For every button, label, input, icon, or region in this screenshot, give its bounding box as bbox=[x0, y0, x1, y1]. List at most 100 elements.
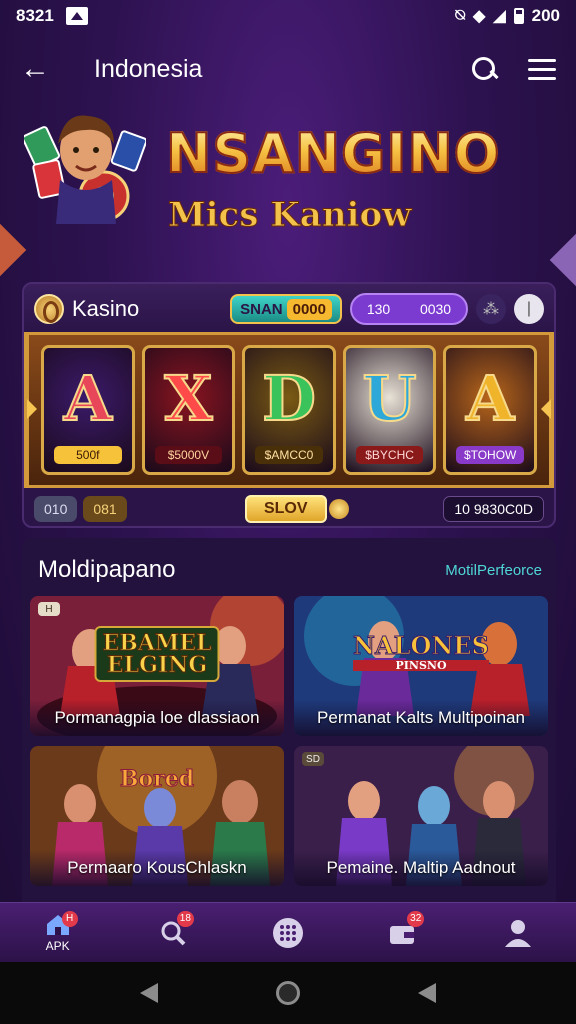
casino-logo-icon bbox=[34, 294, 64, 324]
card-logo-line: EBAMEL bbox=[102, 630, 212, 656]
card-logo: Bored bbox=[119, 766, 195, 792]
hero-subtitle: Mics Kaniow bbox=[167, 195, 412, 236]
vibrate-icon: ⍉ bbox=[455, 7, 465, 24]
app-bar: ← Indonesia bbox=[0, 32, 576, 106]
reel-symbol: A bbox=[465, 361, 515, 436]
grid-icon bbox=[272, 917, 303, 948]
casino-name: Kasino bbox=[72, 296, 140, 321]
info-icon: | bbox=[526, 300, 532, 317]
settings-button[interactable]: ⁂ bbox=[476, 294, 506, 324]
slot-reel: A 500f bbox=[41, 345, 135, 475]
profile-icon bbox=[505, 919, 532, 947]
card-caption: Permanat Kalts Multipoinan bbox=[294, 700, 548, 736]
nav-badge: H bbox=[61, 910, 78, 927]
status-right: ⍉ ◆ ◢ 200 bbox=[455, 6, 560, 26]
slot-machine-panel: Kasino SNAN 0000 130 0030 ⁂ | A 500f X $500… bbox=[22, 282, 556, 528]
hero-title: NSANGINO bbox=[165, 121, 501, 186]
game-cards-grid: H EBAMEL ELGING Pormanagpia loe dlassiao… bbox=[30, 596, 548, 886]
nav-item-wallet[interactable]: 32 bbox=[363, 903, 443, 963]
game-card[interactable]: SD Pemaine. Maltip Aadnout bbox=[294, 746, 548, 886]
nav-item-grid[interactable] bbox=[248, 903, 328, 963]
credit-left: 130 bbox=[366, 301, 391, 317]
back-button[interactable]: ← bbox=[20, 52, 60, 86]
menu-line bbox=[528, 67, 556, 71]
bet-lines[interactable]: 010 bbox=[34, 496, 78, 522]
jackpot-pill[interactable]: SNAN 0000 bbox=[230, 294, 342, 324]
card-badge: SD bbox=[302, 752, 324, 766]
card-logo-line: PINSNO bbox=[353, 660, 489, 671]
system-back-icon[interactable] bbox=[140, 983, 158, 1003]
reel-symbol: A bbox=[63, 361, 113, 436]
reel-label: $AMCC0 bbox=[255, 446, 323, 464]
hero-mascot-illustration bbox=[24, 115, 146, 224]
system-recent-icon[interactable] bbox=[418, 983, 436, 1003]
game-card[interactable]: Bored Permaaro KousChlaskn bbox=[30, 746, 284, 886]
reel-label: 500f bbox=[54, 446, 122, 464]
slot-reel: D $AMCC0 bbox=[242, 345, 336, 475]
system-nav-bar bbox=[0, 962, 576, 1024]
nav-item-home[interactable]: H APK bbox=[18, 903, 98, 963]
reel-label: $5000V bbox=[154, 446, 223, 464]
status-left: 8321 bbox=[16, 6, 88, 26]
slot-footer: 010 081 SLOV 10 9830C0D bbox=[24, 490, 554, 526]
section-title: Moldipapano bbox=[38, 556, 176, 583]
nav-item-search[interactable]: 18 bbox=[133, 903, 213, 963]
hero-banner[interactable]: NSANGINO Mics Kaniow bbox=[0, 100, 576, 270]
search-button[interactable] bbox=[470, 55, 498, 83]
game-card[interactable]: H EBAMEL ELGING Pormanagpia loe dlassiao… bbox=[30, 596, 284, 736]
reel-symbol: D bbox=[261, 361, 317, 436]
card-caption: Pemaine. Maltip Aadnout bbox=[294, 850, 548, 886]
slot-reel: U $BYCHC bbox=[342, 345, 437, 475]
page-title: Indonesia bbox=[94, 54, 203, 83]
app-screen: 8321 ⍉ ◆ ◢ 200 ← Indonesia NSANGINO Mics… bbox=[0, 0, 576, 1024]
nav-label: APK bbox=[45, 938, 70, 953]
games-section: Moldipapano MotilPerfeorce H EBAMEL ELGI… bbox=[22, 538, 556, 902]
bet-amount[interactable]: 081 bbox=[83, 496, 127, 522]
settings-icon: ⁂ bbox=[483, 301, 499, 318]
reel-label: $TOHOW bbox=[456, 446, 524, 464]
reels: A 500f X $5000V D $AMCC0 U $BYCHC A $TOHOW bbox=[41, 345, 537, 475]
signal-icon: ◢ bbox=[493, 8, 506, 25]
credit-pill[interactable]: 130 0030 bbox=[350, 293, 468, 325]
slot-reel: A $TOHOW bbox=[443, 345, 537, 475]
nav-item-profile[interactable] bbox=[478, 903, 558, 963]
status-right-text: 200 bbox=[531, 6, 560, 25]
card-badge: H bbox=[38, 602, 60, 616]
card-caption: Pormanagpia loe dlassiaon bbox=[30, 700, 284, 736]
card-caption: Permaaro KousChlaskn bbox=[30, 850, 284, 886]
see-more-link[interactable]: MotilPerfeorce bbox=[445, 562, 542, 579]
wifi-icon: ◆ bbox=[473, 8, 486, 25]
menu-line bbox=[528, 76, 556, 80]
menu-button[interactable] bbox=[528, 58, 556, 80]
status-time: 8321 bbox=[16, 6, 54, 25]
jackpot-label: SNAN bbox=[240, 300, 283, 318]
card-logo-line: NALONES bbox=[353, 631, 490, 660]
spin-button[interactable]: SLOV bbox=[244, 495, 327, 523]
section-header: Moldipapano MotilPerfeorce bbox=[22, 538, 556, 602]
coin-icon bbox=[328, 499, 349, 519]
card-logo: NALONES PINSNO bbox=[353, 631, 490, 671]
app-bar-actions bbox=[470, 55, 556, 83]
card-logo-line: ELGING bbox=[106, 652, 208, 678]
reel-symbol: U bbox=[362, 361, 418, 436]
system-home-icon[interactable] bbox=[276, 981, 300, 1005]
credit-right: 0030 bbox=[419, 301, 452, 317]
nav-badge: 32 bbox=[407, 910, 425, 927]
slot-reel: X $5000V bbox=[141, 345, 236, 475]
reel-frame: A 500f X $5000V D $AMCC0 U $BYCHC A $TOHOW bbox=[24, 332, 554, 488]
reel-left-arrow-icon[interactable] bbox=[27, 399, 37, 419]
menu-line bbox=[528, 58, 556, 62]
slot-header: Kasino SNAN 0000 130 0030 ⁂ | bbox=[24, 284, 554, 334]
bottom-nav: H APK 18 32 bbox=[0, 902, 576, 962]
battery-icon bbox=[513, 8, 524, 24]
info-button[interactable]: | bbox=[514, 294, 544, 324]
card-logo: EBAMEL ELGING bbox=[94, 626, 220, 682]
nav-badge: 18 bbox=[176, 910, 194, 927]
reel-right-arrow-icon[interactable] bbox=[541, 399, 551, 419]
status-bar: 8321 ⍉ ◆ ◢ 200 bbox=[0, 0, 576, 32]
reel-symbol: X bbox=[163, 361, 213, 436]
reel-label: $BYCHC bbox=[355, 446, 424, 464]
balance-display: 10 9830C0D bbox=[443, 496, 544, 522]
game-card[interactable]: NALONES PINSNO Permanat Kalts Multipoina… bbox=[294, 596, 548, 736]
jackpot-value: 0000 bbox=[286, 298, 332, 320]
